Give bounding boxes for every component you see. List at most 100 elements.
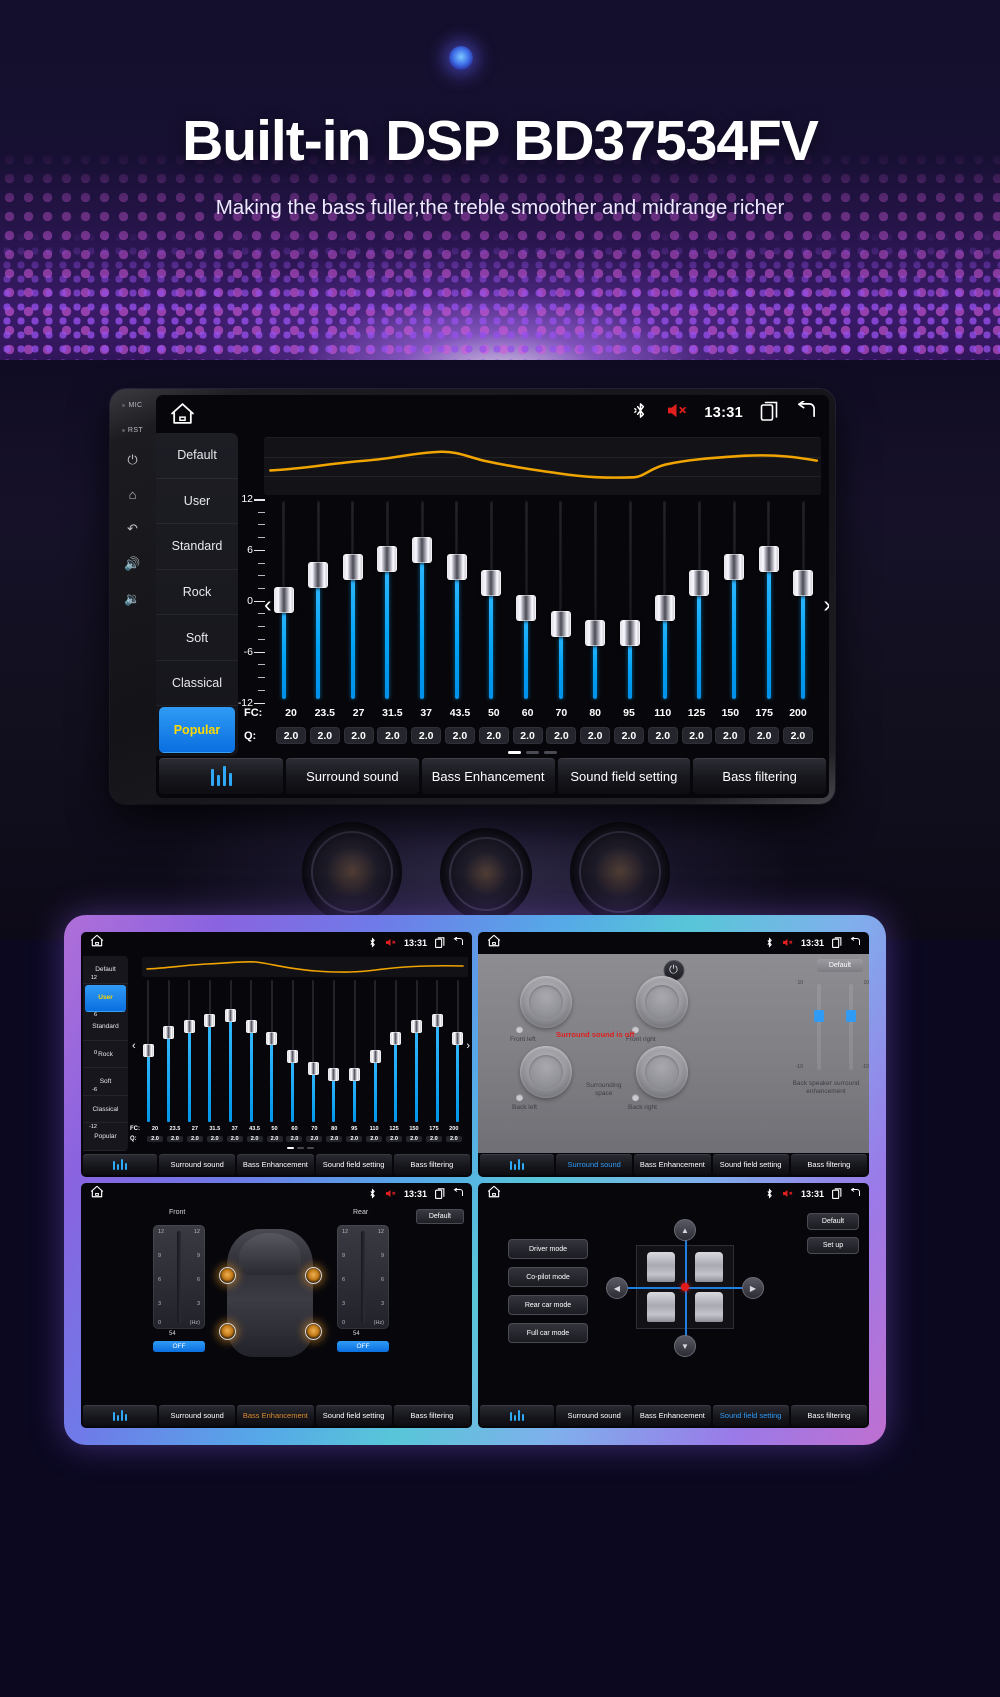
volume-down-icon[interactable]: 🔉 (124, 591, 140, 607)
mini-slider-knob[interactable] (411, 1020, 423, 1034)
page-dot[interactable] (526, 750, 539, 754)
copilot-mode-button[interactable]: Co-pilot mode (508, 1267, 588, 1287)
mini-q-value[interactable]: 2.0 (386, 1136, 403, 1142)
recent-apps-icon[interactable] (760, 401, 779, 426)
recent-apps-icon[interactable] (435, 936, 445, 950)
soundfield-default-button[interactable]: Default (807, 1213, 859, 1230)
slider-knob[interactable] (342, 553, 363, 580)
volume-muted-icon[interactable] (782, 938, 793, 949)
mini-q-value[interactable]: 2.0 (147, 1136, 163, 1142)
mini-tab-sound-field-setting[interactable]: Sound field setting (712, 1405, 789, 1426)
slider-knob[interactable] (446, 553, 467, 580)
slider-knob[interactable] (724, 553, 745, 580)
mini-slider-knob[interactable] (452, 1032, 464, 1046)
arrow-left-button[interactable]: ◀ (606, 1277, 628, 1299)
home-icon[interactable] (487, 1185, 501, 1203)
soundfield-center-point[interactable] (681, 1283, 689, 1291)
page-dot[interactable] (508, 750, 521, 754)
preset-rock[interactable]: Rock (156, 570, 238, 616)
mini-band-slider[interactable] (369, 980, 381, 1122)
preset-popular[interactable]: Popular (159, 707, 235, 754)
mini-tab-equalizer[interactable] (480, 1154, 554, 1175)
back-arrow-icon[interactable] (453, 936, 464, 949)
back-left-knob[interactable] (520, 1046, 572, 1098)
slider-knob[interactable] (308, 562, 329, 589)
full-car-mode-button[interactable]: Full car mode (508, 1323, 588, 1343)
rear-bass-off-toggle[interactable]: OFF (337, 1341, 389, 1352)
slider-knob[interactable] (793, 570, 814, 597)
recent-apps-icon[interactable] (832, 1187, 842, 1201)
slider-knob[interactable] (758, 545, 779, 572)
mini-q-value[interactable]: 2.0 (425, 1136, 442, 1142)
mini-q-value[interactable]: 2.0 (366, 1136, 383, 1142)
mini-band-slider[interactable] (245, 980, 257, 1122)
mini-band-slider[interactable] (266, 980, 278, 1122)
slider-knob[interactable] (585, 619, 606, 646)
band-slider[interactable] (516, 501, 537, 699)
mini-tab-sound-field-setting[interactable]: Sound field setting (712, 1154, 789, 1175)
preset-standard[interactable]: Standard (156, 524, 238, 570)
mini-next-arrow[interactable]: › (466, 1040, 470, 1052)
tab-bass-enhancement[interactable]: Bass Enhancement (421, 758, 555, 794)
next-page-arrow[interactable]: › (823, 592, 829, 616)
mini-prev-arrow[interactable]: ‹ (132, 1040, 136, 1052)
bluetooth-icon[interactable] (765, 936, 774, 950)
volume-up-icon[interactable]: 🔊 (124, 556, 140, 572)
q-value[interactable]: 2.0 (613, 727, 644, 744)
q-value[interactable]: 2.0 (580, 727, 611, 744)
mini-band-slider[interactable] (452, 980, 464, 1122)
mini-band-slider[interactable] (349, 980, 361, 1122)
tab-equalizer[interactable] (159, 758, 283, 794)
preset-classical[interactable]: Classical (156, 661, 238, 707)
mini-band-slider[interactable] (287, 980, 299, 1122)
mini-slider-knob[interactable] (390, 1032, 402, 1046)
mini-band-slider[interactable] (142, 980, 154, 1122)
mini-tab-equalizer[interactable] (83, 1154, 157, 1175)
mini-tab-bass-enhancement[interactable]: Bass Enhancement (237, 1154, 314, 1175)
mini-slider-knob[interactable] (183, 1020, 195, 1034)
slider-knob[interactable] (689, 570, 710, 597)
q-value[interactable]: 2.0 (749, 727, 780, 744)
mini-slider-knob[interactable] (349, 1067, 361, 1081)
slider-knob[interactable] (516, 594, 537, 621)
mini-tab-surround-sound[interactable]: Surround sound (556, 1154, 633, 1175)
mini-tab-bass-enhancement[interactable]: Bass Enhancement (237, 1405, 314, 1426)
front-bass-slider[interactable]: 12 12 9 9 6 6 3 3 0 (Hz) (153, 1225, 205, 1329)
bluetooth-icon[interactable] (368, 936, 377, 950)
volume-muted-icon[interactable] (666, 402, 687, 424)
q-value[interactable]: 2.0 (681, 727, 712, 744)
slider-knob[interactable] (412, 537, 433, 564)
mini-tab-bass-filtering[interactable]: Bass filtering (790, 1405, 867, 1426)
soundfield-setup-button[interactable]: Set up (807, 1237, 859, 1254)
soundfield-position-pad[interactable] (621, 1232, 749, 1342)
mini-q-value[interactable]: 2.0 (286, 1136, 303, 1142)
mini-slider-knob[interactable] (307, 1061, 319, 1075)
mini-tab-equalizer[interactable] (480, 1405, 554, 1426)
q-value[interactable]: 2.0 (377, 727, 408, 744)
mini-slider-knob[interactable] (369, 1049, 381, 1063)
mini-q-value[interactable]: 2.0 (186, 1136, 203, 1142)
back-icon[interactable]: ↶ (127, 521, 138, 537)
band-slider[interactable] (620, 501, 641, 699)
mini-tab-surround-sound[interactable]: Surround sound (159, 1405, 236, 1426)
bluetooth-icon[interactable] (765, 1187, 774, 1201)
band-slider[interactable] (724, 501, 745, 699)
mini-tab-surround-sound[interactable]: Surround sound (556, 1405, 633, 1426)
surround-slider-right-knob[interactable] (846, 1010, 856, 1022)
back-arrow-icon[interactable] (850, 936, 861, 949)
band-slider[interactable] (412, 501, 433, 699)
mini-q-value[interactable]: 2.0 (346, 1136, 363, 1142)
page-dot[interactable] (544, 750, 557, 754)
mini-band-slider[interactable] (183, 980, 195, 1122)
q-value[interactable]: 2.0 (512, 727, 543, 744)
home-icon[interactable] (90, 1185, 104, 1203)
band-slider[interactable] (446, 501, 467, 699)
mini-q-value[interactable]: 2.0 (166, 1136, 183, 1142)
bluetooth-icon[interactable] (632, 401, 649, 425)
mini-slider-knob[interactable] (245, 1020, 257, 1034)
band-slider[interactable] (308, 501, 329, 699)
recent-apps-icon[interactable] (832, 936, 842, 950)
rear-bass-slider[interactable]: 12 12 9 9 6 6 3 3 0 (Hz) (337, 1225, 389, 1329)
q-value[interactable]: 2.0 (411, 727, 442, 744)
mini-q-value[interactable]: 2.0 (226, 1136, 243, 1142)
